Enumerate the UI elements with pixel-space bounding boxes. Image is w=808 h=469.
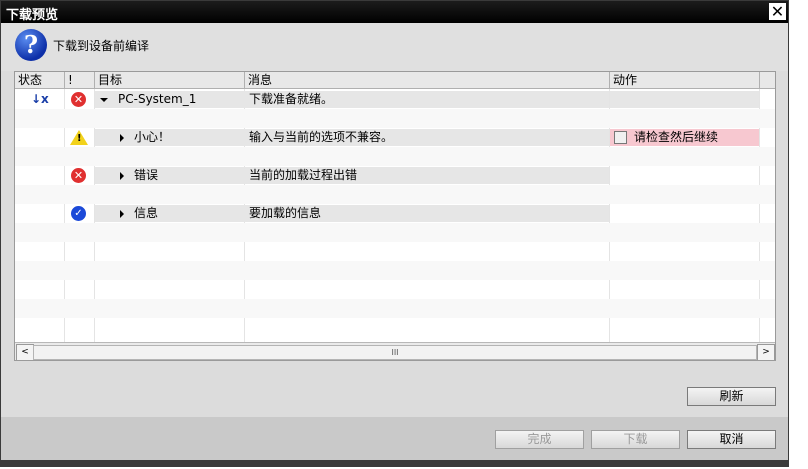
- table-row: [15, 147, 775, 166]
- tree-node[interactable]: 小心！: [120, 128, 170, 147]
- download-status-icon: ↓x: [31, 92, 49, 106]
- title-bar: 下载预览 ✕: [1, 1, 788, 23]
- scroll-right-button[interactable]: >: [757, 344, 775, 360]
- error-icon: ✕: [71, 168, 86, 183]
- chevron-right-icon[interactable]: [120, 209, 124, 218]
- target-label: PC-System_1: [118, 92, 197, 106]
- window-title: 下载预览: [6, 8, 59, 23]
- column-header-severity[interactable]: !: [65, 72, 95, 89]
- continue-checkbox[interactable]: [614, 131, 627, 144]
- chevron-down-icon[interactable]: [100, 97, 108, 102]
- column-header-message[interactable]: 消息: [245, 72, 610, 89]
- table-row: [15, 242, 775, 261]
- target-label: 错误: [134, 168, 159, 182]
- close-icon[interactable]: ✕: [769, 3, 786, 20]
- scroll-left-button[interactable]: <: [16, 344, 34, 360]
- question-icon: ?: [15, 29, 47, 61]
- target-label: 小心！: [134, 130, 171, 144]
- table-row[interactable]: ↓x ✕ PC-System_1 下载准备就绪。: [15, 90, 775, 109]
- table-row: [15, 299, 775, 318]
- warning-icon: !: [70, 130, 88, 145]
- message-text: 当前的加载过程出错: [249, 168, 358, 182]
- horizontal-scrollbar[interactable]: < III >: [15, 342, 775, 360]
- chevron-right-icon[interactable]: [120, 133, 124, 142]
- tree-node[interactable]: PC-System_1: [100, 90, 196, 109]
- header-text: 下载到设备前编译: [53, 39, 150, 53]
- tree-node[interactable]: 错误: [120, 166, 158, 185]
- column-header-target[interactable]: 目标: [95, 72, 245, 89]
- chevron-right-icon[interactable]: [120, 171, 124, 180]
- table-row: [15, 223, 775, 242]
- refresh-button[interactable]: 刷新: [687, 387, 776, 406]
- results-table: 状态 ! 目标 消息 动作 ↓x ✕ PC-System_1 下载准备就绪。 !…: [14, 71, 776, 361]
- message-text: 下载准备就绪。: [249, 92, 334, 106]
- column-header-action[interactable]: 动作: [610, 72, 760, 89]
- target-label: 信息: [134, 206, 159, 220]
- table-row: [15, 109, 775, 128]
- table-row: [15, 318, 775, 337]
- check-icon: ✓: [71, 206, 86, 221]
- table-row[interactable]: ✕ 错误 当前的加载过程出错: [15, 166, 775, 185]
- table-row: [15, 185, 775, 204]
- table-row[interactable]: ✓ 信息 要加载的信息: [15, 204, 775, 223]
- scroll-thumb[interactable]: III: [33, 345, 757, 360]
- download-button[interactable]: 下载: [591, 430, 680, 449]
- tree-node[interactable]: 信息: [120, 204, 158, 223]
- message-text: 要加载的信息: [249, 206, 322, 220]
- error-icon: ✕: [71, 92, 86, 107]
- table-row[interactable]: ! 小心！ 输入与当前的选项不兼容。 请检查然后继续: [15, 128, 775, 147]
- row-highlight: [95, 205, 609, 222]
- column-header-status[interactable]: 状态: [15, 72, 65, 89]
- column-header-filler: [760, 72, 775, 89]
- cancel-button[interactable]: 取消: [687, 430, 776, 449]
- finish-button[interactable]: 完成: [495, 430, 584, 449]
- download-preview-dialog: 下载预览 ✕ ? 下载到设备前编译 状态 ! 目标 消息 动作 ↓x ✕ PC-…: [0, 0, 789, 467]
- bottom-edge: [1, 460, 788, 466]
- table-row: [15, 280, 775, 299]
- table-row: [15, 261, 775, 280]
- row-highlight: [610, 91, 759, 108]
- message-text: 输入与当前的选项不兼容。: [249, 130, 394, 144]
- action-text: 请检查然后继续: [634, 130, 719, 144]
- header-panel: ? 下载到设备前编译: [1, 23, 788, 71]
